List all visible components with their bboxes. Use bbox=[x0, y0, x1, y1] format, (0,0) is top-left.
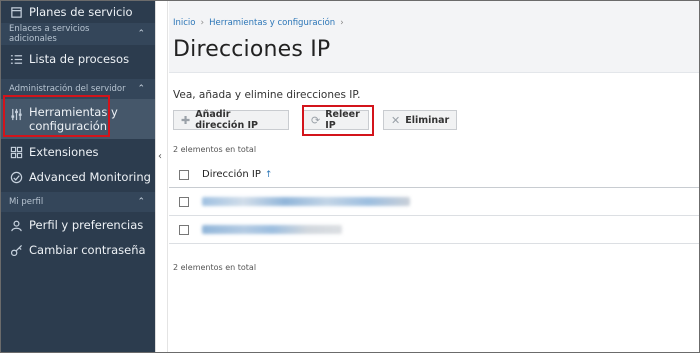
button-label: Releer IP bbox=[325, 109, 360, 131]
redacted-ip-address[interactable] bbox=[202, 225, 342, 234]
sidebar-item-label: Advanced Monitoring bbox=[29, 170, 151, 184]
section-header-my-profile[interactable]: Mi perfil ⌃ bbox=[1, 192, 155, 212]
label-line-1: Herramientas y bbox=[29, 105, 118, 119]
sidebar-collapse-bar[interactable]: ‹ bbox=[155, 1, 168, 352]
chevron-up-icon: ⌃ bbox=[137, 84, 145, 94]
delete-button[interactable]: ✕ Eliminar bbox=[383, 110, 457, 130]
delete-icon: ✕ bbox=[391, 113, 401, 127]
table-header-row: Dirección IP ↑ bbox=[169, 162, 699, 188]
table-row bbox=[169, 216, 699, 244]
sidebar-item-extensions[interactable]: Extensiones bbox=[1, 139, 155, 165]
page-title: Direcciones IP bbox=[173, 37, 331, 62]
add-ip-button[interactable]: ✚ Añadir dirección IP bbox=[173, 109, 289, 131]
label-line-2: configuración bbox=[29, 119, 108, 133]
refresh-icon: ⟳ bbox=[311, 113, 321, 127]
ip-table: Dirección IP ↑ bbox=[169, 162, 699, 244]
chevron-up-icon: ⌃ bbox=[137, 197, 145, 207]
breadcrumb-separator-icon: › bbox=[340, 18, 344, 28]
select-all-checkbox[interactable] bbox=[179, 169, 189, 180]
button-label: Añadir dirección IP bbox=[195, 109, 259, 131]
section-header-server-admin[interactable]: Administración del servidor ⌃ bbox=[1, 79, 155, 99]
extensions-icon bbox=[9, 145, 23, 159]
row-checkbox[interactable] bbox=[179, 196, 189, 207]
sidebar-item-profile[interactable]: Perfil y preferencias bbox=[1, 212, 155, 238]
chevron-left-icon[interactable]: ‹ bbox=[158, 151, 162, 162]
items-count-bottom: 2 elementos en total bbox=[173, 263, 257, 272]
breadcrumb: Inicio › Herramientas y configuración › bbox=[173, 18, 349, 28]
service-plans-icon bbox=[9, 5, 23, 19]
sliders-icon bbox=[9, 107, 23, 121]
section-header-additional-services[interactable]: Enlaces a servicios adicionales ⌃ bbox=[1, 23, 155, 45]
breadcrumb-home-link[interactable]: Inicio bbox=[173, 18, 196, 28]
sidebar-item-advanced-monitoring[interactable]: Advanced Monitoring bbox=[1, 165, 155, 189]
sidebar: Planes de servicio Enlaces a servicios a… bbox=[1, 1, 155, 352]
column-label: Dirección IP bbox=[202, 169, 261, 180]
plus-icon: ✚ bbox=[181, 113, 191, 127]
button-label: Eliminar bbox=[405, 114, 450, 126]
sidebar-item-label: Perfil y preferencias bbox=[29, 218, 144, 232]
sort-arrow-icon: ↑ bbox=[264, 169, 273, 180]
sidebar-item-label: Extensiones bbox=[29, 145, 99, 159]
profile-icon bbox=[9, 218, 23, 232]
row-checkbox[interactable] bbox=[179, 224, 189, 235]
section-label: Enlaces a servicios adicionales bbox=[9, 24, 90, 44]
breadcrumb-tools-link[interactable]: Herramientas y configuración bbox=[209, 18, 335, 28]
key-icon bbox=[9, 243, 23, 257]
sidebar-item-label: Lista de procesos bbox=[29, 52, 130, 66]
list-icon bbox=[9, 52, 23, 66]
items-count-top: 2 elementos en total bbox=[173, 145, 257, 154]
redacted-ip-address[interactable] bbox=[202, 197, 410, 206]
monitoring-icon bbox=[9, 170, 23, 184]
toolbar: ✚ Añadir dirección IP ⟳ Releer IP ✕ Elim… bbox=[173, 109, 457, 131]
sidebar-item-label: Herramientas y configuración bbox=[29, 105, 118, 133]
main-content: Inicio › Herramientas y configuración › … bbox=[169, 1, 699, 352]
sidebar-item-label: Planes de servicio bbox=[29, 5, 133, 19]
breadcrumb-separator-icon: › bbox=[200, 18, 205, 28]
page-header: Inicio › Herramientas y configuración › … bbox=[169, 1, 699, 73]
column-header-ip[interactable]: Dirección IP ↑ bbox=[202, 169, 272, 180]
sidebar-item-service-plans[interactable]: Planes de servicio bbox=[1, 1, 155, 23]
sidebar-item-tools-settings[interactable]: Herramientas y configuración bbox=[1, 99, 155, 139]
sidebar-item-change-password[interactable]: Cambiar contraseña bbox=[1, 238, 155, 262]
reread-ip-button[interactable]: ⟳ Releer IP bbox=[303, 109, 369, 131]
page-description: Vea, añada y elimine direcciones IP. bbox=[173, 89, 361, 101]
sidebar-item-label: Cambiar contraseña bbox=[29, 243, 146, 257]
sidebar-item-process-list[interactable]: Lista de procesos bbox=[1, 45, 155, 73]
section-label: Mi perfil bbox=[9, 197, 44, 207]
chevron-up-icon: ⌃ bbox=[137, 29, 145, 39]
table-row bbox=[169, 188, 699, 216]
section-label: Administración del servidor bbox=[9, 84, 126, 94]
